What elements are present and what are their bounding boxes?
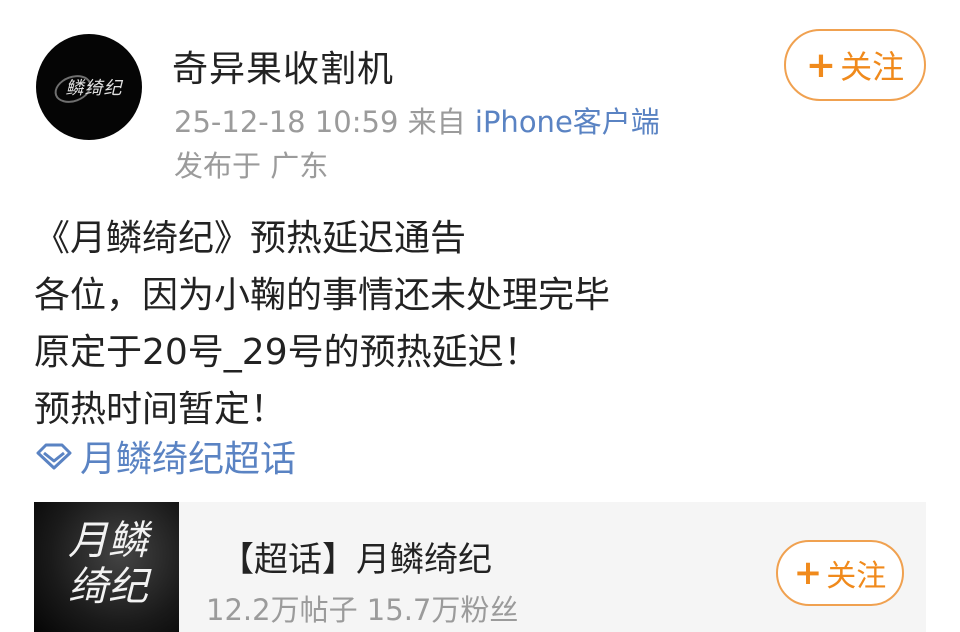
supertopic-follow-button[interactable]: + 关注 [776,540,904,606]
post-meta: 25-12-18 10:59 来自 iPhone客户端 [174,99,660,141]
supertopic-thumbnail: 月鳞 绮纪 [34,502,179,632]
follow-button[interactable]: + 关注 [784,29,926,101]
post-body: 《月鳞绮纪》预热延迟通告 各位，因为小鞠的事情还未处理完毕 原定于20号_29号… [34,210,610,438]
supertopic-diamond-icon [36,443,72,470]
post-line: 原定于20号_29号的预热延迟！ [34,332,540,373]
post-location: 发布于 广东 [174,149,329,183]
supertopic-link-label: 月鳞绮纪超话 [80,439,297,480]
avatar[interactable]: 鳞绮纪 [36,34,142,140]
plus-icon: + [793,553,823,593]
plus-icon: + [805,44,837,86]
post-line: 《月鳞绮纪》预热延迟通告 [34,218,467,259]
post-line: 各位，因为小鞠的事情还未处理完毕 [34,275,611,316]
source-prefix: 来自 [407,105,466,139]
thumbnail-calligraphy: 月鳞 绮纪 [68,518,148,610]
supertopic-card-stats: 12.2万帖子 15.7万粉丝 [206,593,519,627]
supertopic-card-title: 【超话】月鳞绮纪 [220,540,492,580]
supertopic-link[interactable]: 月鳞绮纪超话 [34,430,296,482]
supertopic-card[interactable]: 月鳞 绮纪 【超话】月鳞绮纪 12.2万帖子 15.7万粉丝 + 关注 [34,502,926,632]
username[interactable]: 奇异果收割机 [172,40,394,92]
follow-button-label: 关注 [840,48,905,86]
client-link[interactable]: iPhone客户端 [475,105,660,139]
supertopic-follow-label: 关注 [826,559,887,594]
post-timestamp: 25-12-18 10:59 [174,105,399,139]
avatar-logo-text: 鳞绮纪 [65,78,123,99]
